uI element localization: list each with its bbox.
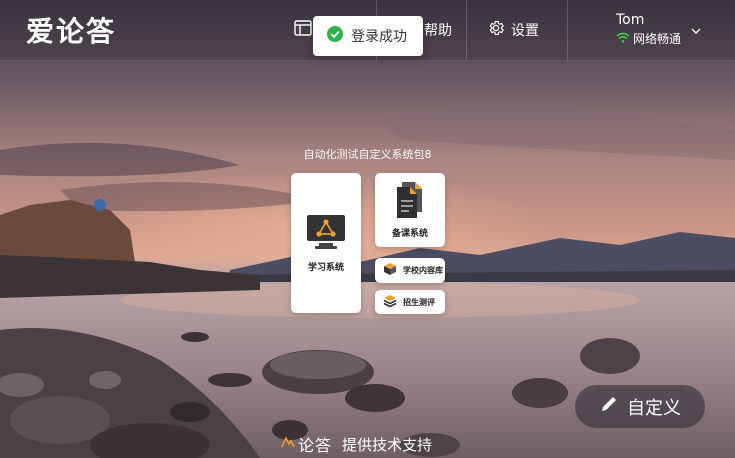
footer-text: 提供技术支持: [342, 435, 433, 454]
chevron-down-icon[interactable]: [691, 20, 701, 39]
user-menu[interactable]: Tom 网络畅通: [616, 12, 681, 47]
cube-icon: [383, 261, 397, 280]
document-icon: [395, 181, 425, 223]
tile-lesson-prep[interactable]: 备课系统: [375, 173, 445, 247]
gear-icon: [487, 19, 505, 41]
customize-button[interactable]: 自定义: [575, 385, 705, 428]
nav-item-settings[interactable]: 设置: [487, 0, 539, 60]
tile-lesson-prep-label: 备课系统: [391, 229, 428, 239]
user-name: Tom: [616, 12, 645, 28]
footer-credit: 论答 提供技术支持: [280, 432, 432, 456]
monitor-icon: [306, 214, 346, 254]
tile-admission-eval[interactable]: 招生测评: [375, 290, 445, 314]
nav-settings-label: 设置: [511, 23, 539, 39]
tile-school-content[interactable]: 学校内容库: [375, 258, 445, 283]
network-status-text: 网络畅通: [633, 32, 682, 46]
stack-icon: [383, 293, 397, 312]
app-logo: 爱论答: [26, 15, 117, 48]
package-title: 自动化测试自定义系统包8: [303, 148, 432, 161]
window-icon: [294, 20, 312, 40]
nav-divider: [466, 0, 467, 60]
tile-school-content-label: 学校内容库: [403, 266, 443, 275]
tile-learning-system[interactable]: 学习系统: [291, 173, 361, 313]
brand-mark-icon: [280, 435, 296, 453]
nav-help-label: 帮助: [424, 23, 452, 39]
toast-message: 登录成功: [351, 29, 407, 45]
nav-item-help[interactable]: 帮助: [424, 0, 452, 60]
footer-brand: 论答: [298, 436, 333, 455]
network-status: 网络畅通: [616, 30, 681, 47]
tile-admission-eval-label: 招生测评: [403, 297, 435, 307]
check-circle-icon: [327, 26, 343, 46]
tile-learning-label: 学习系统: [307, 262, 344, 273]
nav-item-workspace[interactable]: [294, 0, 312, 60]
nav-divider: [567, 0, 568, 60]
pencil-icon: [599, 394, 619, 419]
success-toast: 登录成功: [313, 16, 423, 56]
wifi-icon: [616, 32, 630, 46]
customize-button-label: 自定义: [627, 397, 681, 419]
